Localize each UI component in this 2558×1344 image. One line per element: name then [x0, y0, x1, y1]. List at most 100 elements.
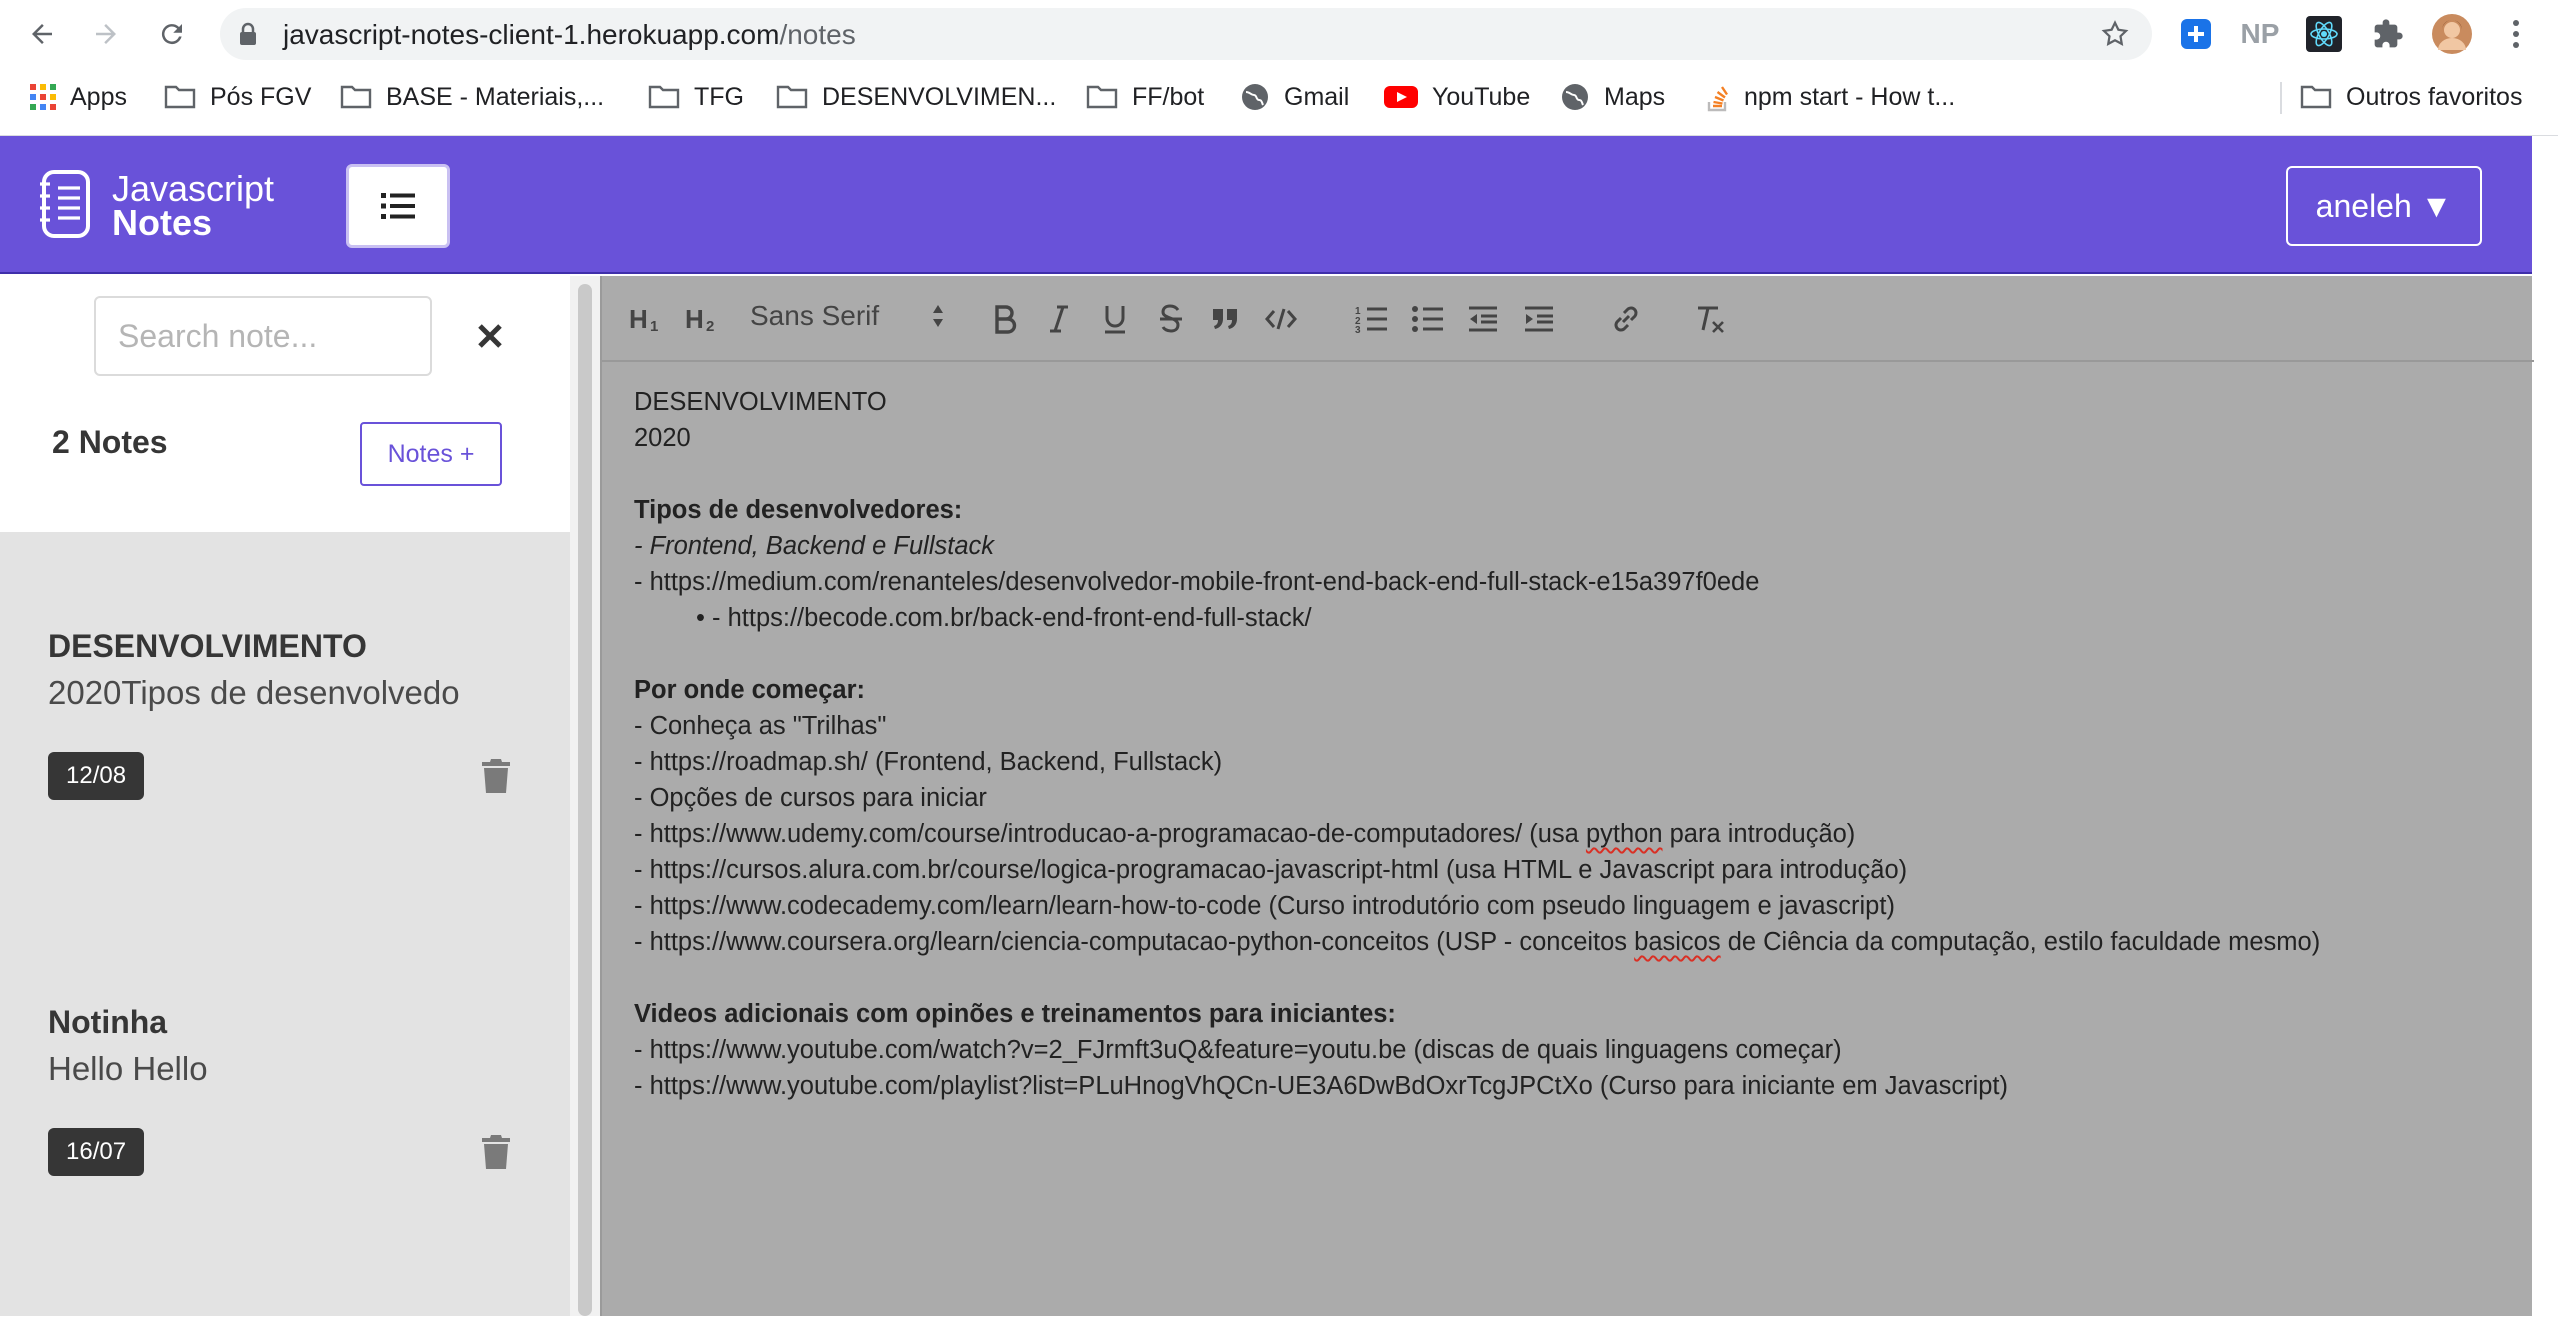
code-block-button[interactable] [1264, 298, 1298, 340]
notes-count: 2 Notes [52, 424, 168, 460]
extensions-puzzle-icon[interactable] [2368, 14, 2408, 54]
address-bar[interactable]: javascript-notes-client-1.herokuapp.com/… [220, 8, 2152, 60]
bookmark-gmail[interactable]: Gmail [1240, 74, 1349, 120]
editor-content[interactable]: DESENVOLVIMENTO 2020 Tipos de desenvolve… [634, 384, 2514, 1104]
bookmark-pos-fgv[interactable]: Pós FGV [164, 74, 311, 120]
content-link-line: - https://www.youtube.com/playlist?list=… [634, 1072, 2009, 1100]
sidebar-header: 2 Notes Notes + [0, 276, 570, 532]
sidebar-scrollbar[interactable] [578, 284, 592, 1316]
note-list-item[interactable]: Notinha Hello Hello 16/07 [0, 1004, 570, 1344]
bookmark-label: npm start - How t... [1744, 82, 1956, 111]
star-icon[interactable] [2100, 19, 2130, 49]
bookmark-base[interactable]: BASE - Materiais,... [340, 74, 604, 120]
logo-line-1: Javascript [112, 168, 275, 209]
underline-button[interactable] [1098, 298, 1132, 340]
blockquote-button[interactable] [1208, 298, 1242, 340]
editor-toolbar: H1 H2 Sans Serif 123 [602, 276, 2534, 362]
bookmark-label: DESENVOLVIMEN... [822, 82, 1057, 111]
select-arrows-icon [933, 305, 944, 327]
svg-text:H: H [629, 306, 648, 332]
clear-format-icon [1698, 306, 1724, 333]
bookmark-label: Maps [1604, 82, 1666, 111]
reload-button[interactable] [152, 14, 192, 54]
extension-blue-icon[interactable] [2176, 14, 2216, 54]
bookmark-other-favorites[interactable]: Outros favoritos [2300, 74, 2522, 120]
bookmark-label: TFG [694, 82, 744, 111]
content-line: - Conheça as "Trilhas" [634, 712, 887, 740]
note-title: Notinha [48, 1004, 168, 1040]
close-icon [478, 324, 502, 348]
content-heading: Videos adicionais com opinões e treiname… [634, 1000, 1396, 1028]
content-text: - https://www.udemy.com/course/introduca… [634, 820, 1586, 848]
delete-note-button[interactable] [476, 1130, 516, 1174]
bullet-list-button[interactable] [1410, 298, 1444, 340]
bookmarks-bar: Apps Pós FGV BASE - Materiais,... TFG DE… [0, 74, 2558, 120]
content-text: de Ciência da computação, estilo faculda… [1720, 928, 2321, 956]
bookmark-label: BASE - Materiais,... [386, 82, 605, 111]
browser-chrome: javascript-notes-client-1.herokuapp.com/… [0, 0, 2558, 136]
trash-icon [482, 759, 510, 793]
bookmark-apps[interactable]: Apps [30, 74, 127, 120]
outdent-button[interactable] [1466, 298, 1500, 340]
bookmark-npm-start[interactable]: npm start - How t... [1706, 74, 1955, 120]
react-devtools-icon[interactable] [2304, 14, 2344, 54]
content-heading: Tipos de desenvolvedores: [634, 496, 963, 524]
content-link-line: - https://www.udemy.com/course/introduca… [634, 816, 2514, 852]
heading-1-button[interactable]: H1 [628, 298, 664, 340]
note-editor: H1 H2 Sans Serif 123 DESENVOLVIMENTO 202… [600, 276, 2534, 1316]
url-text: javascript-notes-client-1.herokuapp.com/… [283, 19, 856, 51]
notes-sidebar: 2 Notes Notes + DESENVOLVIMENTO 2020Tipo… [0, 276, 570, 1316]
bookmarks-separator [2280, 82, 2282, 114]
folder-icon [1086, 85, 1118, 109]
bookmark-youtube[interactable]: YouTube [1384, 74, 1530, 120]
profile-avatar-icon[interactable] [2432, 14, 2472, 54]
bookmark-desenvolvimento[interactable]: DESENVOLVIMEN... [776, 74, 1056, 120]
content-blank-line [634, 636, 2514, 672]
heading-2-icon: H2 [685, 306, 714, 332]
clear-formatting-button[interactable] [1692, 298, 1728, 340]
forward-button[interactable] [86, 14, 126, 54]
bookmark-tfg[interactable]: TFG [648, 74, 744, 120]
indent-button[interactable] [1522, 298, 1556, 340]
font-family-value: Sans Serif [750, 300, 880, 331]
italic-button[interactable] [1042, 298, 1076, 340]
link-button[interactable] [1608, 298, 1644, 340]
bookmark-maps[interactable]: Maps [1560, 74, 1665, 120]
content-line: - Opções de cursos para iniciar [634, 784, 987, 812]
content-heading: Por onde começar: [634, 676, 865, 704]
indent-icon [1525, 306, 1553, 332]
svg-text:3: 3 [1355, 325, 1361, 333]
spellcheck-word: python [1585, 820, 1663, 848]
note-list-item[interactable]: DESENVOLVIMENTO 2020Tipos de desenvolved… [0, 628, 570, 968]
strikethrough-button[interactable] [1154, 298, 1188, 340]
content-blank-line [634, 960, 2514, 996]
delete-note-button[interactable] [476, 754, 516, 798]
user-menu-button[interactable]: aneleh ▼ [2286, 166, 2482, 246]
note-preview: Hello Hello [48, 1050, 208, 1087]
code-icon [1265, 308, 1297, 330]
app-logo[interactable]: Javascript Notes [38, 168, 298, 241]
bold-button[interactable] [988, 298, 1022, 340]
toggle-notes-list-button[interactable] [346, 164, 450, 248]
ordered-list-button[interactable]: 123 [1354, 298, 1388, 340]
content-link-line: - https://medium.com/renanteles/desenvol… [634, 568, 1760, 596]
note-date-badge: 16/07 [48, 1128, 145, 1176]
bookmark-ff-bot[interactable]: FF/bot [1086, 74, 1204, 120]
reload-icon [161, 24, 182, 45]
back-button[interactable] [22, 14, 62, 54]
clear-search-button[interactable] [472, 318, 508, 354]
link-icon [1614, 306, 1638, 332]
search-note-input[interactable] [94, 296, 432, 376]
bookmark-label: Outros favoritos [2346, 82, 2523, 111]
font-family-select[interactable]: Sans Serif [750, 300, 945, 332]
note-preview: 2020Tipos de desenvolvedo [48, 674, 460, 711]
content-blank-line [634, 456, 2514, 492]
browser-menu-icon[interactable] [2496, 14, 2536, 54]
heading-2-button[interactable]: H2 [684, 298, 720, 340]
underline-icon [1105, 306, 1125, 334]
new-note-button[interactable]: Notes + [360, 422, 502, 486]
bookmark-label: Apps [70, 82, 127, 111]
extension-np-icon[interactable]: NP [2240, 14, 2280, 54]
arrow-right-icon [96, 24, 116, 44]
content-list-item: • - https://becode.com.br/back-end-front… [696, 604, 1312, 632]
